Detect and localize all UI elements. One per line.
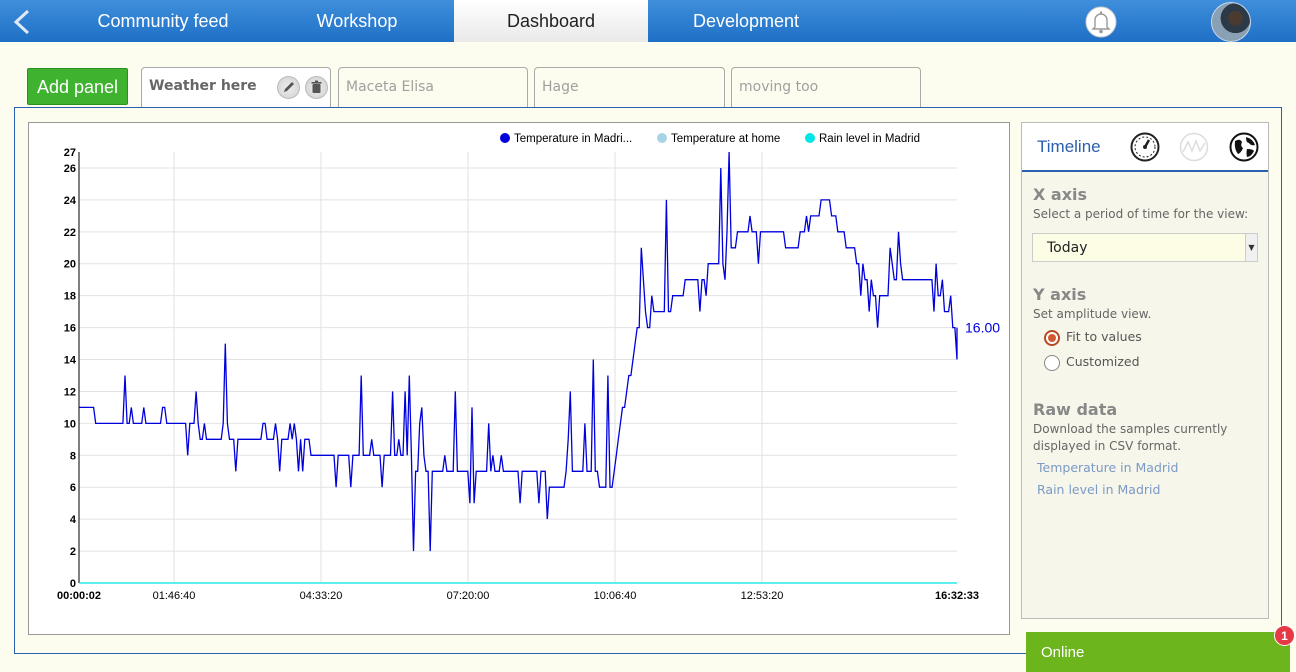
last-value-label: 16.00 xyxy=(965,320,1000,336)
notification-count-badge: 1 xyxy=(1274,625,1295,646)
y-tick-label: 14 xyxy=(64,355,77,367)
y-tick-label: 27 xyxy=(64,147,76,159)
period-select[interactable]: Today ▼ xyxy=(1032,233,1258,262)
series-temperature-madrid-line xyxy=(79,151,958,552)
y-tick-label: 8 xyxy=(70,450,76,462)
top-nav-bar: Community feed Workshop Dashboard Develo… xyxy=(0,0,1296,42)
y-tick-label: 12 xyxy=(64,386,76,398)
line-chart-icon[interactable] xyxy=(1179,132,1209,162)
notification-bell-icon[interactable] xyxy=(1085,6,1117,38)
legend-label: Temperature at home xyxy=(671,133,780,145)
add-panel-button[interactable]: Add panel xyxy=(27,68,128,105)
chevron-down-icon[interactable]: ▼ xyxy=(1245,234,1257,261)
raw-data-section-title: Raw data xyxy=(1033,400,1118,419)
radio-customized[interactable]: Customized xyxy=(1044,354,1140,371)
x-tick-label: 04:33:20 xyxy=(300,590,343,602)
y-tick-label: 24 xyxy=(64,195,77,207)
edit-pencil-icon[interactable] xyxy=(277,76,300,99)
radio-custom-label: Customized xyxy=(1066,354,1140,369)
y-tick-label: 10 xyxy=(64,418,76,430)
panel-tab-weather-here[interactable]: Weather here xyxy=(141,67,331,110)
y-tick-label: 18 xyxy=(64,291,76,303)
x-tick-label: 07:20:00 xyxy=(447,590,490,602)
y-axis-description: Set amplitude view. xyxy=(1033,307,1152,321)
x-tick-label: 12:53:20 xyxy=(741,590,784,602)
y-tick-label: 2 xyxy=(70,546,76,558)
gauge-icon[interactable] xyxy=(1130,132,1160,162)
y-tick-label: 20 xyxy=(64,259,76,271)
side-panel-header: Timeline xyxy=(1022,123,1268,172)
x-axis-section-title: X axis xyxy=(1033,185,1088,204)
back-arrow-icon[interactable] xyxy=(10,8,34,36)
y-tick-label: 16 xyxy=(64,323,76,335)
download-rain-link[interactable]: Rain level in Madrid xyxy=(1037,482,1160,497)
y-tick-label: 22 xyxy=(64,227,76,239)
legend-label: Temperature in Madri... xyxy=(514,133,632,145)
y-tick-label: 26 xyxy=(64,163,76,175)
temperature-chart[interactable]: 024681012141618202224262700:00:02 01:46:4… xyxy=(29,123,1011,636)
radio-checked-icon[interactable] xyxy=(1044,329,1060,346)
side-panel-title: Timeline xyxy=(1037,137,1101,156)
raw-data-description-1: Download the samples currently xyxy=(1033,422,1228,436)
user-avatar[interactable] xyxy=(1211,2,1251,42)
x-tick-label: 00:00:02 xyxy=(57,590,101,602)
x-tick-label: 16:32:33 xyxy=(935,590,979,602)
delete-trash-icon[interactable] xyxy=(305,76,328,99)
panel-tab-maceta-elisa[interactable]: Maceta Elisa xyxy=(338,67,528,108)
y-tick-label: 6 xyxy=(70,482,76,494)
period-select-value: Today xyxy=(1047,240,1088,256)
x-tick-label: 01:46:40 xyxy=(153,590,196,602)
globe-icon[interactable] xyxy=(1229,132,1259,162)
raw-data-description-2: displayed in CSV format. xyxy=(1033,439,1182,453)
radio-fit-to-values[interactable]: Fit to values xyxy=(1044,329,1142,346)
y-tick-label: 0 xyxy=(70,578,76,590)
timeline-side-panel: Timeline X axis Select a period of time … xyxy=(1021,122,1269,619)
tab-workshop[interactable]: Workshop xyxy=(262,0,452,42)
tab-dashboard[interactable]: Dashboard xyxy=(454,0,648,42)
x-tick-label: 10:06:40 xyxy=(594,590,637,602)
legend-marker xyxy=(805,133,815,143)
y-axis-section-title: Y axis xyxy=(1033,285,1087,304)
radio-unchecked-icon[interactable] xyxy=(1044,354,1060,371)
legend-marker xyxy=(500,133,510,143)
x-axis-description: Select a period of time for the view: xyxy=(1033,207,1249,221)
legend-label: Rain level in Madrid xyxy=(819,133,920,145)
radio-fit-label: Fit to values xyxy=(1066,329,1142,344)
legend-marker xyxy=(657,133,667,143)
download-temperature-link[interactable]: Temperature in Madrid xyxy=(1037,460,1178,475)
tab-development[interactable]: Development xyxy=(650,0,842,42)
online-status-bar[interactable]: Online xyxy=(1026,632,1290,672)
tab-community-feed[interactable]: Community feed xyxy=(68,0,258,42)
y-tick-label: 4 xyxy=(70,514,77,526)
panel-tab-moving-too[interactable]: moving too xyxy=(731,67,921,108)
panel-tab-hage[interactable]: Hage xyxy=(534,67,725,108)
panel-tab-label: Weather here xyxy=(149,78,257,94)
chart-container[interactable]: 0 2 4 6 8 10 12 14 16 18 20 22 24 26 27 00:00:02 01:46:4… xyxy=(28,122,1010,635)
